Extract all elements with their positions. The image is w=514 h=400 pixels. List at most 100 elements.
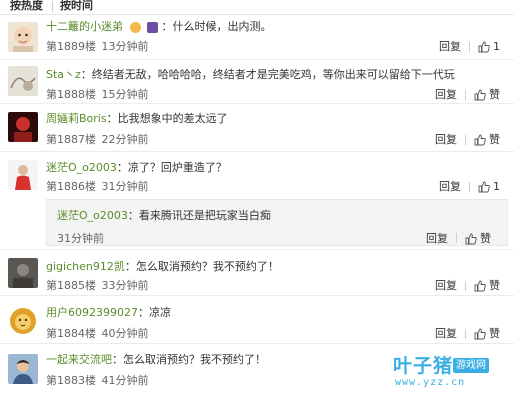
comment-actions: 回复 赞 [435,327,500,341]
comment-text: ：终结者无敌，哈哈哈哈，终结者才是完美吃鸡，等你出来可以留给下一代玩 [80,68,455,81]
comment-item: gigichen912凯：怎么取消预约？我不预约了！ 第1885楼 33分钟前 … [0,250,514,296]
floor-number: 第1883楼 [46,374,96,387]
like-button[interactable]: 赞 [474,88,500,102]
sketch-avatar[interactable] [8,66,38,96]
comment-text: ：怎么取消预约？我不预约了！ [124,260,279,273]
reply-username-link[interactable]: 迷茫O_o2003 [57,209,128,222]
like-button[interactable]: 赞 [474,279,500,293]
comment-time: 40分钟前 [101,327,149,340]
thumbs-up-icon [478,181,490,193]
comment-time: 22分钟前 [101,133,149,146]
reply-button[interactable]: 回复 [439,180,461,194]
like-button[interactable]: 赞 [474,133,500,147]
comment-line: 十二籬的小迷弟 ：什么时候，出内测。 [46,20,272,34]
reply-button[interactable]: 回复 [439,40,461,54]
comment-time: 33分钟前 [101,279,149,292]
comment-meta: 第1885楼 33分钟前 [46,279,149,293]
sort-bar: 按热度 按时间 [0,0,514,15]
comment-line: 周婳莉Boris：比我想象中的差太远了 [46,112,228,126]
comment-meta: 第1888楼 15分钟前 [46,88,149,102]
reply-time: 31分钟前 [57,232,104,245]
floor-number: 第1887楼 [46,133,96,146]
comment-meta: 第1884楼 40分钟前 [46,327,149,341]
thumbs-up-icon [474,280,486,292]
action-divider [469,182,470,192]
like-count: 1 [493,40,500,53]
reply-button[interactable]: 回复 [435,327,457,341]
comment-time: 31分钟前 [101,180,149,193]
sort-by-hot-tab[interactable]: 按热度 [10,0,43,12]
like-label: 赞 [489,327,500,340]
thumbs-up-icon [474,134,486,146]
comment-text: ：凉了？回炉重造了？ [116,161,227,174]
comment-actions: 回复 赞 [435,279,500,293]
floor-number: 第1886楼 [46,180,96,193]
username-link[interactable]: 十二籬的小迷弟 [46,20,123,33]
thumbs-up-icon [474,89,486,101]
red-avatar[interactable] [8,112,38,142]
floor-number: 第1889楼 [46,40,96,53]
comment-item: 迷茫O_o2003：凉了？回炉重造了？ 第1886楼 31分钟前 回复 1 迷茫O… [0,152,514,250]
watermark-url: www.yzz.cn [395,377,466,388]
comment-meta: 第1887楼 22分钟前 [46,133,149,147]
comment-actions: 回复 1 [439,180,500,194]
comment-text: ：比我想象中的差太远了 [106,112,228,125]
comment-time: 41分钟前 [101,374,149,387]
action-divider [465,329,466,339]
dark-avatar[interactable] [8,258,38,288]
comment-meta: 第1886楼 31分钟前 [46,180,149,194]
watermark-tag: 游戏网 [453,358,489,373]
site-watermark: 叶子猪 游戏网 www.yzz.cn [393,355,509,395]
reply-line: 迷茫O_o2003：看来腾讯还是把玩家当白痴 [57,207,271,223]
reply-reply-button[interactable]: 回复 [426,230,448,246]
like-label: 赞 [489,133,500,146]
comment-line: 迷茫O_o2003：凉了？回炉重造了？ [46,161,227,175]
comment-meta: 第1889楼 13分钟前 [46,40,149,54]
comment-actions: 回复 赞 [435,88,500,102]
thumbs-up-icon [478,41,490,53]
baby-avatar[interactable] [8,22,38,52]
action-divider [469,42,470,52]
reply-like-button[interactable]: 赞 [465,230,491,246]
emoji-badge-icon [129,21,141,33]
comment-item: Sta丶z：终结者无敌，哈哈哈哈，终结者才是完美吃鸡，等你出来可以留给下一代玩 … [0,60,514,104]
like-button[interactable]: 赞 [474,327,500,341]
comment-actions: 回复 赞 [435,133,500,147]
thumbs-up-icon [465,233,477,245]
username-link[interactable]: Sta丶z [46,68,81,81]
like-count: 1 [493,180,500,193]
comment-text: ：什么时候，出内测。 [161,20,272,33]
action-divider [465,281,466,291]
comment-time: 15分钟前 [101,88,149,101]
person-avatar[interactable] [8,160,38,190]
username-link[interactable]: 周婳莉Boris [46,112,107,125]
username-link[interactable]: 一起来交流吧 [46,353,112,366]
reply-button[interactable]: 回复 [435,88,457,102]
username-link[interactable]: 迷茫O_o2003 [46,161,117,174]
nested-reply: 迷茫O_o2003：看来腾讯还是把玩家当白痴 31分钟前 回复 赞 [46,199,508,246]
comment-line: 一起来交流吧：怎么取消预约？我不预约了！ [46,353,266,367]
comment-line: 用户6092399027：凉凉 [46,306,171,320]
like-label: 赞 [480,232,491,245]
comment-item: 十二籬的小迷弟 ：什么时候，出内测。 第1889楼 13分钟前 回复 1 [0,16,514,60]
member-badge-icon [147,21,158,33]
thumbs-up-icon [474,328,486,340]
reply-button[interactable]: 回复 [435,133,457,147]
comment-meta: 第1883楼 41分钟前 [46,374,149,388]
like-button[interactable]: 1 [478,180,500,194]
sort-divider [52,1,53,12]
reply-actions: 回复 赞 [426,230,491,246]
sort-by-time-tab[interactable]: 按时间 [60,0,93,12]
reply-button[interactable]: 回复 [435,279,457,293]
action-divider [465,135,466,145]
username-link[interactable]: 用户6092399027 [46,306,138,319]
comment-item: 周婳莉Boris：比我想象中的差太远了 第1887楼 22分钟前 回复 赞 [0,104,514,152]
username-link[interactable]: gigichen912凯 [46,260,125,273]
like-button[interactable]: 1 [478,40,500,54]
man-avatar[interactable] [8,354,38,384]
comment-item: 用户6092399027：凉凉 第1884楼 40分钟前 回复 赞 [0,296,514,344]
lion-avatar[interactable] [8,306,38,336]
watermark-brand: 叶子猪 [393,355,454,377]
comment-time: 13分钟前 [101,40,149,53]
comment-line: Sta丶z：终结者无敌，哈哈哈哈，终结者才是完美吃鸡，等你出来可以留给下一代玩 [46,68,455,82]
